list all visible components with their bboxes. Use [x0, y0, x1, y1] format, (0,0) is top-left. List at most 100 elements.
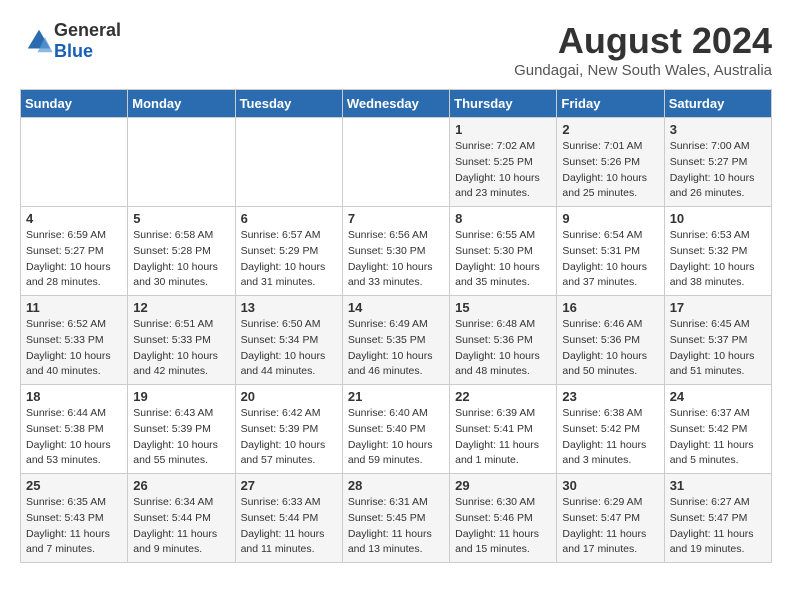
cell-info: Sunrise: 7:00 AMSunset: 5:27 PMDaylight:… — [670, 139, 766, 202]
calendar-cell: 21 Sunrise: 6:40 AMSunset: 5:40 PMDayligh… — [342, 385, 449, 474]
calendar-cell: 3 Sunrise: 7:00 AMSunset: 5:27 PMDaylight… — [664, 118, 771, 207]
cell-info: Sunrise: 6:40 AMSunset: 5:40 PMDaylight:… — [348, 406, 444, 469]
calendar-cell: 13 Sunrise: 6:50 AMSunset: 5:34 PMDayligh… — [235, 296, 342, 385]
day-number: 1 — [455, 122, 551, 137]
calendar-cell: 26 Sunrise: 6:34 AMSunset: 5:44 PMDayligh… — [128, 474, 235, 563]
cell-info: Sunrise: 6:33 AMSunset: 5:44 PMDaylight:… — [241, 495, 337, 558]
cell-info: Sunrise: 6:50 AMSunset: 5:34 PMDaylight:… — [241, 317, 337, 380]
day-header-monday: Monday — [128, 90, 235, 118]
day-number: 7 — [348, 211, 444, 226]
calendar-cell — [21, 118, 128, 207]
day-header-thursday: Thursday — [450, 90, 557, 118]
cell-info: Sunrise: 6:48 AMSunset: 5:36 PMDaylight:… — [455, 317, 551, 380]
day-number: 9 — [562, 211, 658, 226]
calendar-cell: 23 Sunrise: 6:38 AMSunset: 5:42 PMDayligh… — [557, 385, 664, 474]
week-row-4: 18 Sunrise: 6:44 AMSunset: 5:38 PMDayligh… — [21, 385, 772, 474]
calendar-cell: 24Sunrise: 6:37 AMSunset: 5:42 PMDayligh… — [664, 385, 771, 474]
cell-info: Sunrise: 6:35 AMSunset: 5:43 PMDaylight:… — [26, 495, 122, 558]
calendar-cell: 15 Sunrise: 6:48 AMSunset: 5:36 PMDayligh… — [450, 296, 557, 385]
day-number: 30 — [562, 478, 658, 493]
day-number: 31 — [670, 478, 766, 493]
day-number: 5 — [133, 211, 229, 226]
day-header-tuesday: Tuesday — [235, 90, 342, 118]
calendar-cell: 20Sunrise: 6:42 AMSunset: 5:39 PMDayligh… — [235, 385, 342, 474]
calendar-cell — [342, 118, 449, 207]
day-number: 24 — [670, 389, 766, 404]
calendar-cell: 7Sunrise: 6:56 AMSunset: 5:30 PMDaylight… — [342, 207, 449, 296]
calendar-cell: 12Sunrise: 6:51 AMSunset: 5:33 PMDayligh… — [128, 296, 235, 385]
logo-text-blue: Blue — [54, 41, 93, 61]
calendar-cell: 25 Sunrise: 6:35 AMSunset: 5:43 PMDayligh… — [21, 474, 128, 563]
cell-info: Sunrise: 6:44 AMSunset: 5:38 PMDaylight:… — [26, 406, 122, 469]
day-number: 15 — [455, 300, 551, 315]
calendar-cell: 16Sunrise: 6:46 AMSunset: 5:36 PMDayligh… — [557, 296, 664, 385]
day-number: 20 — [241, 389, 337, 404]
calendar-body: 1Sunrise: 7:02 AMSunset: 5:25 PMDaylight… — [21, 118, 772, 563]
day-header-friday: Friday — [557, 90, 664, 118]
day-number: 28 — [348, 478, 444, 493]
calendar-cell — [128, 118, 235, 207]
cell-info: Sunrise: 6:52 AMSunset: 5:33 PMDaylight:… — [26, 317, 122, 380]
calendar-cell: 27Sunrise: 6:33 AMSunset: 5:44 PMDayligh… — [235, 474, 342, 563]
location-subtitle: Gundagai, New South Wales, Australia — [514, 62, 772, 79]
cell-info: Sunrise: 6:54 AMSunset: 5:31 PMDaylight:… — [562, 228, 658, 291]
cell-info: Sunrise: 6:30 AMSunset: 5:46 PMDaylight:… — [455, 495, 551, 558]
calendar-cell: 14 Sunrise: 6:49 AMSunset: 5:35 PMDayligh… — [342, 296, 449, 385]
calendar-table: SundayMondayTuesdayWednesdayThursdayFrid… — [20, 89, 772, 563]
calendar-cell — [235, 118, 342, 207]
calendar-cell: 1Sunrise: 7:02 AMSunset: 5:25 PMDaylight… — [450, 118, 557, 207]
day-number: 2 — [562, 122, 658, 137]
cell-info: Sunrise: 7:01 AMSunset: 5:26 PMDaylight:… — [562, 139, 658, 202]
calendar-cell: 8 Sunrise: 6:55 AMSunset: 5:30 PMDaylight… — [450, 207, 557, 296]
day-number: 8 — [455, 211, 551, 226]
cell-info: Sunrise: 6:57 AMSunset: 5:29 PMDaylight:… — [241, 228, 337, 291]
calendar-cell: 29Sunrise: 6:30 AMSunset: 5:46 PMDayligh… — [450, 474, 557, 563]
calendar-cell: 9 Sunrise: 6:54 AMSunset: 5:31 PMDaylight… — [557, 207, 664, 296]
day-number: 12 — [133, 300, 229, 315]
day-number: 4 — [26, 211, 122, 226]
calendar-cell: 31 Sunrise: 6:27 AMSunset: 5:47 PMDayligh… — [664, 474, 771, 563]
day-number: 14 — [348, 300, 444, 315]
logo: General Blue — [20, 20, 121, 62]
day-number: 25 — [26, 478, 122, 493]
cell-info: Sunrise: 6:45 AMSunset: 5:37 PMDaylight:… — [670, 317, 766, 380]
logo-icon — [24, 26, 54, 56]
logo-text-general: General — [54, 20, 121, 40]
month-year-title: August 2024 — [514, 20, 772, 62]
calendar-cell: 17Sunrise: 6:45 AMSunset: 5:37 PMDayligh… — [664, 296, 771, 385]
day-header-saturday: Saturday — [664, 90, 771, 118]
cell-info: Sunrise: 6:38 AMSunset: 5:42 PMDaylight:… — [562, 406, 658, 469]
day-number: 18 — [26, 389, 122, 404]
week-row-5: 25 Sunrise: 6:35 AMSunset: 5:43 PMDayligh… — [21, 474, 772, 563]
day-number: 10 — [670, 211, 766, 226]
cell-info: Sunrise: 6:55 AMSunset: 5:30 PMDaylight:… — [455, 228, 551, 291]
day-header-wednesday: Wednesday — [342, 90, 449, 118]
calendar-header: SundayMondayTuesdayWednesdayThursdayFrid… — [21, 90, 772, 118]
title-block: August 2024 Gundagai, New South Wales, A… — [514, 20, 772, 79]
cell-info: Sunrise: 6:39 AMSunset: 5:41 PMDaylight:… — [455, 406, 551, 469]
calendar-cell: 22 Sunrise: 6:39 AMSunset: 5:41 PMDayligh… — [450, 385, 557, 474]
calendar-cell: 28 Sunrise: 6:31 AMSunset: 5:45 PMDayligh… — [342, 474, 449, 563]
cell-info: Sunrise: 6:53 AMSunset: 5:32 PMDaylight:… — [670, 228, 766, 291]
day-number: 13 — [241, 300, 337, 315]
day-header-sunday: Sunday — [21, 90, 128, 118]
cell-info: Sunrise: 6:43 AMSunset: 5:39 PMDaylight:… — [133, 406, 229, 469]
day-number: 23 — [562, 389, 658, 404]
calendar-cell: 18 Sunrise: 6:44 AMSunset: 5:38 PMDayligh… — [21, 385, 128, 474]
day-number: 3 — [670, 122, 766, 137]
day-number: 11 — [26, 300, 122, 315]
cell-info: Sunrise: 6:49 AMSunset: 5:35 PMDaylight:… — [348, 317, 444, 380]
cell-info: Sunrise: 6:34 AMSunset: 5:44 PMDaylight:… — [133, 495, 229, 558]
calendar-cell: 6 Sunrise: 6:57 AMSunset: 5:29 PMDaylight… — [235, 207, 342, 296]
calendar-cell: 5Sunrise: 6:58 AMSunset: 5:28 PMDaylight… — [128, 207, 235, 296]
day-number: 21 — [348, 389, 444, 404]
header-row: SundayMondayTuesdayWednesdayThursdayFrid… — [21, 90, 772, 118]
cell-info: Sunrise: 6:27 AMSunset: 5:47 PMDaylight:… — [670, 495, 766, 558]
cell-info: Sunrise: 6:59 AMSunset: 5:27 PMDaylight:… — [26, 228, 122, 291]
calendar-cell: 2 Sunrise: 7:01 AMSunset: 5:26 PMDaylight… — [557, 118, 664, 207]
calendar-cell: 4 Sunrise: 6:59 AMSunset: 5:27 PMDaylight… — [21, 207, 128, 296]
day-number: 6 — [241, 211, 337, 226]
cell-info: Sunrise: 6:31 AMSunset: 5:45 PMDaylight:… — [348, 495, 444, 558]
day-number: 26 — [133, 478, 229, 493]
day-number: 22 — [455, 389, 551, 404]
